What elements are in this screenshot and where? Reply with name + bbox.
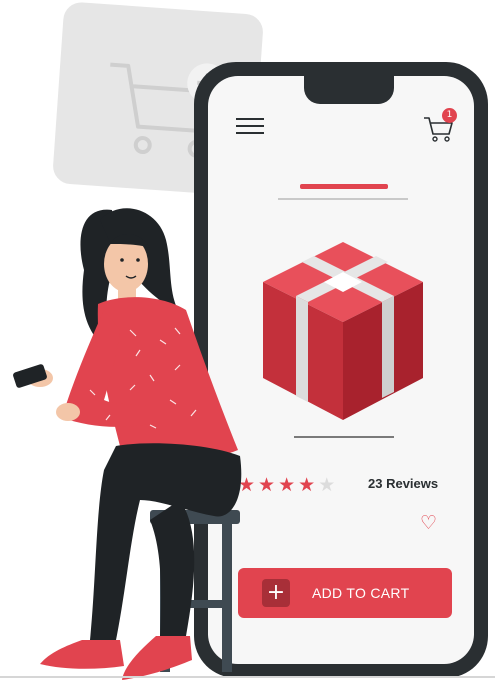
illustration-stage: 1 ★ ★ ★ ★ ★ 23 Reviews ♡ + ADD TO CART <box>0 0 495 692</box>
add-to-cart-label: ADD TO CART <box>312 585 410 601</box>
heart-outline-icon[interactable]: ♡ <box>420 512 437 534</box>
product-title-bar <box>300 184 388 189</box>
cart-badge: 1 <box>442 108 457 123</box>
ground-line <box>0 676 495 678</box>
reviews-count: 23 Reviews <box>368 476 439 491</box>
star-empty-icon: ★ <box>318 474 336 496</box>
hamburger-menu-icon[interactable] <box>236 118 264 136</box>
gift-box-image <box>263 242 423 420</box>
add-to-cart-button[interactable]: + ADD TO CART <box>238 568 452 618</box>
star-icon: ★ <box>258 474 276 496</box>
phone-notch <box>304 76 394 104</box>
shopping-cart-icon[interactable]: 1 <box>422 108 462 150</box>
product-description-line <box>294 436 394 438</box>
plus-icon: + <box>262 579 290 607</box>
star-icon: ★ <box>298 474 316 496</box>
star-icon: ★ <box>278 474 296 496</box>
woman-with-phone-illustration <box>13 208 242 680</box>
product-title-underline <box>278 198 408 200</box>
